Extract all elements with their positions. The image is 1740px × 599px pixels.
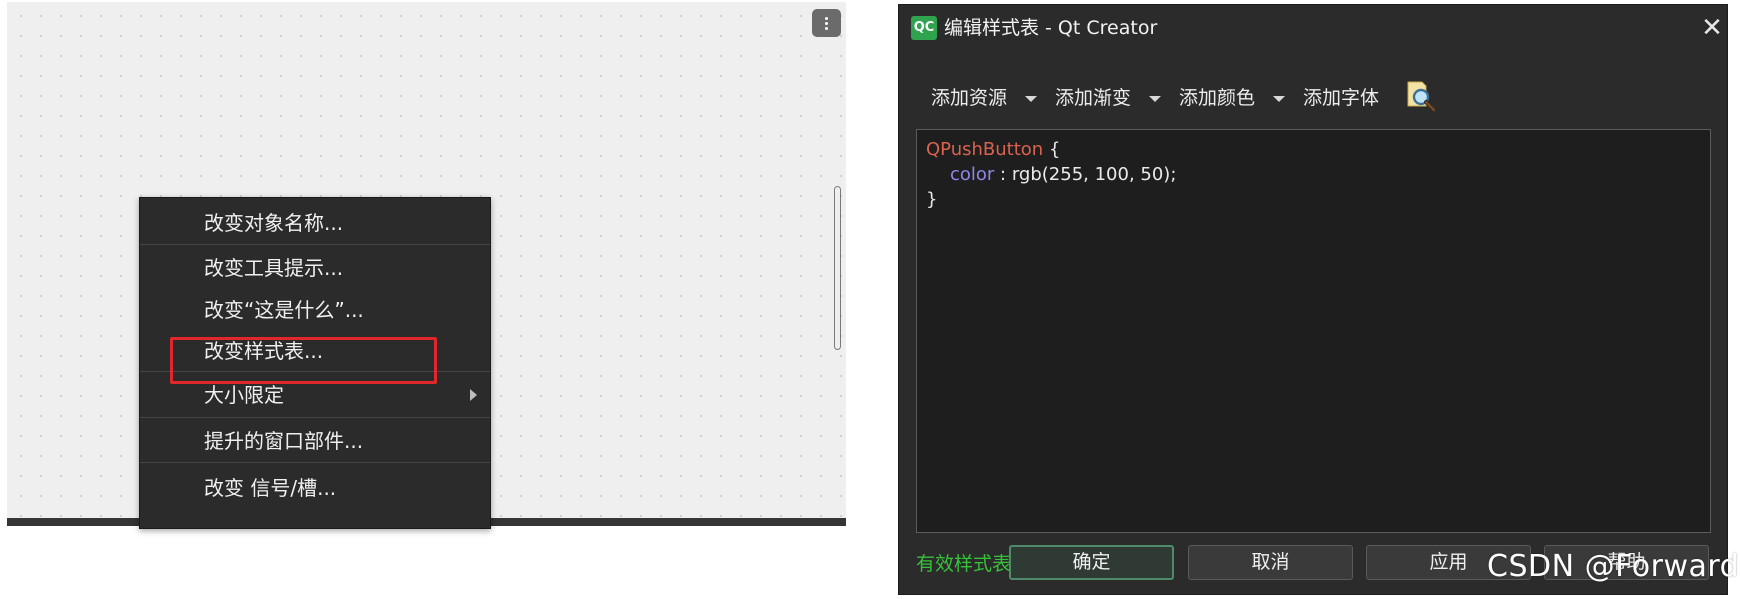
code-close-brace: } xyxy=(926,189,938,210)
stylesheet-dialog: QC 编辑样式表 - Qt Creator ✕ 添加资源 添加渐变 添加颜色 添… xyxy=(898,4,1728,595)
menu-item-change-whats-this[interactable]: 改变“这是什么”... xyxy=(204,297,364,323)
add-resource-button[interactable]: 添加资源 xyxy=(931,85,1007,111)
highlight-annotation-box xyxy=(170,337,437,384)
canvas-scrollbar[interactable] xyxy=(834,186,841,350)
code-colon: : xyxy=(994,164,1012,185)
chevron-down-icon[interactable] xyxy=(1149,96,1161,102)
add-font-button[interactable]: 添加字体 xyxy=(1303,85,1379,111)
code-property: color xyxy=(950,164,995,185)
add-gradient-button[interactable]: 添加渐变 xyxy=(1055,85,1131,111)
menu-separator xyxy=(140,462,490,463)
chevron-down-icon[interactable] xyxy=(1025,96,1037,102)
menu-item-promoted-widgets[interactable]: 提升的窗口部件... xyxy=(204,428,363,454)
status-valid-stylesheet: 有效样式表 xyxy=(916,553,1012,575)
code-line-1: QPushButton { xyxy=(926,137,1060,163)
submenu-arrow-icon xyxy=(470,389,477,401)
code-line-3: } xyxy=(926,187,937,213)
ok-button[interactable]: 确定 xyxy=(1009,545,1174,580)
menu-item-change-object-name[interactable]: 改变对象名称... xyxy=(204,210,343,236)
menu-separator xyxy=(140,244,490,245)
code-selector: QPushButton xyxy=(926,139,1044,160)
qt-creator-logo: QC xyxy=(911,16,937,40)
add-color-button[interactable]: 添加颜色 xyxy=(1179,85,1255,111)
magnifier-icon[interactable] xyxy=(1404,79,1438,113)
menu-item-size-constraints[interactable]: 大小限定 xyxy=(204,382,284,408)
close-icon[interactable]: ✕ xyxy=(1699,15,1725,41)
chevron-down-icon[interactable] xyxy=(1273,96,1285,102)
dialog-title: 编辑样式表 - Qt Creator xyxy=(944,17,1158,39)
watermark: CSDN @Forward xyxy=(1487,549,1740,584)
menu-item-change-signals-slots[interactable]: 改变 信号/槽... xyxy=(204,475,336,501)
code-open-brace: { xyxy=(1048,139,1061,160)
more-vertical-icon[interactable] xyxy=(812,9,841,37)
menu-separator xyxy=(140,417,490,418)
code-value: rgb(255, 100, 50); xyxy=(1011,164,1177,185)
code-line-2: color : rgb(255, 100, 50); xyxy=(950,162,1176,188)
menu-item-change-tooltip[interactable]: 改变工具提示... xyxy=(204,255,343,281)
stylesheet-editor[interactable]: QPushButton { color : rgb(255, 100, 50);… xyxy=(916,129,1711,533)
cancel-button[interactable]: 取消 xyxy=(1188,545,1353,580)
